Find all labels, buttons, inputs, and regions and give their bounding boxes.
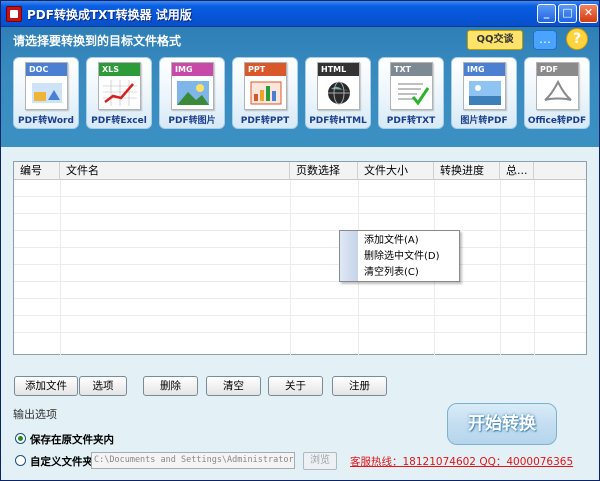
table-row bbox=[14, 197, 586, 214]
radio-save-original-label[interactable]: 保存在原文件夹内 bbox=[30, 432, 114, 447]
context-menu: 添加文件(A) 删除选中文件(D) 清空列表(C) bbox=[339, 230, 460, 282]
table-row bbox=[14, 180, 586, 197]
support-hotline-link[interactable]: 客服热线：18121074602 QQ：4000076365 bbox=[350, 454, 573, 469]
table-row bbox=[14, 299, 586, 316]
format-tag: PPT bbox=[245, 63, 286, 76]
menu-item-add-file[interactable]: 添加文件(A) bbox=[364, 233, 459, 249]
format-pdf-to-html[interactable]: HTML PDF转HTML bbox=[305, 57, 371, 129]
start-convert-button[interactable]: 开始转换 bbox=[447, 403, 557, 445]
format-tag: HTML bbox=[318, 63, 359, 76]
browse-button[interactable]: 浏览 bbox=[303, 452, 337, 470]
menu-item-delete-selected[interactable]: 删除选中文件(D) bbox=[364, 249, 459, 265]
format-tag: IMG bbox=[464, 63, 505, 76]
delete-button[interactable]: 删除 bbox=[143, 376, 198, 396]
table-header: 编号 文件名 页数选择 文件大小 转换进度 总... bbox=[14, 162, 586, 180]
format-label: PDF转Excel bbox=[91, 116, 147, 126]
about-button[interactable]: 关于 bbox=[268, 376, 323, 396]
radio-save-original[interactable] bbox=[15, 433, 26, 444]
html-globe-icon: HTML bbox=[317, 62, 360, 110]
image-icon: IMG bbox=[171, 62, 214, 110]
options-button[interactable]: 选项 bbox=[79, 376, 127, 396]
app-icon bbox=[6, 6, 22, 22]
format-tag: DOC bbox=[26, 63, 67, 76]
minimize-button[interactable]: _ bbox=[537, 4, 556, 23]
format-label: PDF转图片 bbox=[168, 116, 216, 126]
format-label: PDF转TXT bbox=[386, 116, 436, 126]
format-pdf-to-excel[interactable]: XLS PDF转Excel bbox=[86, 57, 152, 129]
format-label: Office转PDF bbox=[527, 116, 587, 126]
table-row bbox=[14, 282, 586, 299]
format-pdf-to-ppt[interactable]: PPT PDF转PPT bbox=[232, 57, 298, 129]
output-options-title: 输出选项 bbox=[13, 408, 57, 421]
image-landscape-icon: IMG bbox=[463, 62, 506, 110]
ppt-slide-icon: PPT bbox=[244, 62, 287, 110]
format-pdf-to-image[interactable]: IMG PDF转图片 bbox=[159, 57, 225, 129]
word-doc-icon: DOC bbox=[25, 62, 68, 110]
format-label: PDF转PPT bbox=[240, 116, 290, 126]
pdf-acrobat-icon: PDF bbox=[536, 62, 579, 110]
close-button[interactable]: ✕ bbox=[579, 4, 598, 23]
radio-custom-folder-label[interactable]: 自定义文件夹 bbox=[30, 454, 93, 469]
format-label: 图片转PDF bbox=[460, 116, 508, 126]
format-tag: PDF bbox=[537, 63, 578, 76]
help-icon[interactable]: ? bbox=[566, 28, 588, 50]
clear-button[interactable]: 清空 bbox=[206, 376, 261, 396]
format-pdf-to-txt[interactable]: TXT PDF转TXT bbox=[378, 57, 444, 129]
format-tag: IMG bbox=[172, 63, 213, 76]
excel-chart-icon: XLS bbox=[98, 62, 141, 110]
maximize-button[interactable]: □ bbox=[558, 4, 577, 23]
radio-custom-folder[interactable] bbox=[15, 455, 26, 466]
qq-chat-button[interactable]: QQ交谈 bbox=[467, 30, 523, 50]
register-button[interactable]: 注册 bbox=[332, 376, 387, 396]
menu-item-clear-list[interactable]: 清空列表(C) bbox=[364, 265, 459, 281]
format-office-to-pdf[interactable]: PDF Office转PDF bbox=[524, 57, 590, 129]
format-image-to-pdf[interactable]: IMG 图片转PDF bbox=[451, 57, 517, 129]
table-row bbox=[14, 214, 586, 231]
context-menu-gutter bbox=[340, 231, 358, 281]
column-header-id[interactable]: 编号 bbox=[14, 162, 60, 180]
format-label: PDF转Word bbox=[18, 116, 74, 126]
window-title: PDF转换成TXT转换器 试用版 bbox=[27, 8, 192, 22]
column-header-pages[interactable]: 页数选择 bbox=[290, 162, 358, 180]
column-header-total[interactable]: 总... bbox=[500, 162, 534, 180]
output-path-field[interactable]: C:\Documents and Settings\Administrator\… bbox=[91, 452, 295, 469]
title-bar[interactable]: PDF转换成TXT转换器 试用版 _ □ ✕ bbox=[1, 1, 599, 27]
format-tag: XLS bbox=[99, 63, 140, 76]
table-row bbox=[14, 265, 586, 282]
txt-doc-icon: TXT bbox=[390, 62, 433, 110]
table-row bbox=[14, 316, 586, 333]
column-header-size[interactable]: 文件大小 bbox=[358, 162, 434, 180]
table-row bbox=[14, 248, 586, 265]
file-list-table[interactable]: 编号 文件名 页数选择 文件大小 转换进度 总... bbox=[13, 161, 587, 355]
app-window: PDF转换成TXT转换器 试用版 _ □ ✕ 请选择要转换到的目标文件格式 QQ… bbox=[0, 0, 600, 481]
format-tag: TXT bbox=[391, 63, 432, 76]
format-list: DOC PDF转Word XLS PDF转Excel IMG PDF转图片 PP… bbox=[13, 57, 593, 137]
format-header: 请选择要转换到的目标文件格式 QQ交谈 … ? DOC PDF转Word XLS… bbox=[1, 27, 599, 147]
column-header-filename[interactable]: 文件名 bbox=[60, 162, 290, 180]
format-label: PDF转HTML bbox=[309, 116, 367, 126]
format-prompt: 请选择要转换到的目标文件格式 bbox=[13, 34, 182, 48]
chat-bubble-icon[interactable]: … bbox=[533, 30, 557, 50]
add-file-button[interactable]: 添加文件 bbox=[14, 376, 78, 396]
table-row bbox=[14, 231, 586, 248]
column-header-progress[interactable]: 转换进度 bbox=[434, 162, 500, 180]
format-pdf-to-word[interactable]: DOC PDF转Word bbox=[13, 57, 79, 129]
